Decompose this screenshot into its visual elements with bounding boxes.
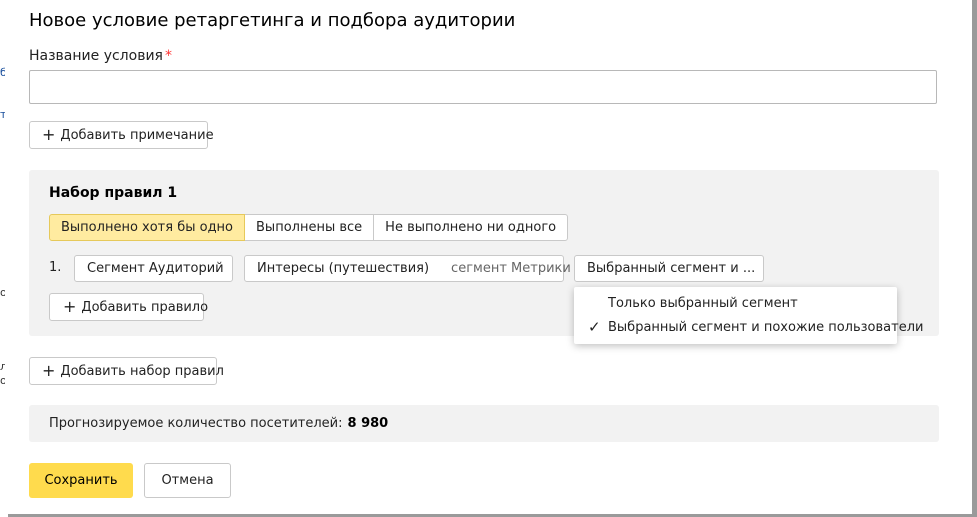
segment-select[interactable]: Интересы (путешествия) сегмент Метрики <box>244 255 571 282</box>
segment-source: сегмент Метрики <box>451 261 571 276</box>
add-ruleset-label: Добавить набор правил <box>60 363 224 379</box>
mode-option-none[interactable]: Не выполнено ни одного <box>373 214 569 241</box>
add-ruleset-button[interactable]: + Добавить набор правил <box>29 357 224 385</box>
segment-scope-value: Выбранный сегмент и ... <box>587 261 756 276</box>
plus-icon: + <box>42 125 56 144</box>
checkmark-icon: ✓ <box>588 318 601 336</box>
add-rule-label: Добавить правило <box>81 299 209 315</box>
mode-option-all[interactable]: Выполнены все <box>244 214 375 241</box>
add-note-button[interactable]: + Добавить примечание <box>29 121 214 149</box>
add-rule-button[interactable]: + Добавить правило <box>49 293 208 321</box>
save-button[interactable]: Сохранить <box>29 463 133 498</box>
forecast-panel: Прогнозируемое количество посетителей: 8… <box>29 405 939 442</box>
rule-type-select[interactable]: Сегмент Аудиторий <box>74 255 233 282</box>
dialog-title: Новое условие ретаргетинга и подбора ауд… <box>29 10 516 31</box>
add-note-label: Добавить примечание <box>60 127 214 143</box>
ruleset-mode-selector: Выполнено хотя бы одно Выполнены все Не … <box>49 214 569 241</box>
ruleset-title: Набор правил 1 <box>49 185 178 201</box>
forecast-value: 8 980 <box>347 416 389 431</box>
plus-icon: + <box>63 297 77 316</box>
condition-name-label-text: Название условия <box>29 48 163 64</box>
condition-name-label: Название условия * <box>29 48 172 64</box>
retargeting-dialog: Новое условие ретаргетинга и подбора ауд… <box>5 0 972 514</box>
dropdown-option-label: Только выбранный сегмент <box>608 296 798 311</box>
cancel-button[interactable]: Отмена <box>144 463 231 498</box>
dropdown-option-label: Выбранный сегмент и похожие пользователи <box>608 320 924 335</box>
plus-icon: + <box>42 361 56 380</box>
required-mark: * <box>164 48 172 64</box>
segment-scope-dropdown: Только выбранный сегмент ✓ Выбранный сег… <box>574 287 923 344</box>
segment-scope-select[interactable]: Выбранный сегмент и ... <box>574 255 764 282</box>
rule-number: 1. <box>49 260 62 275</box>
rule-type-value: Сегмент Аудиторий <box>87 261 224 276</box>
forecast-label: Прогнозируемое количество посетителей: <box>49 416 343 431</box>
mode-option-any[interactable]: Выполнено хотя бы одно <box>49 214 246 241</box>
segment-value: Интересы (путешествия) <box>257 261 430 276</box>
dropdown-option-selected-and-similar[interactable]: ✓ Выбранный сегмент и похожие пользовате… <box>574 316 923 340</box>
condition-name-input[interactable] <box>29 70 937 104</box>
dropdown-option-only-selected[interactable]: Только выбранный сегмент <box>574 292 897 316</box>
